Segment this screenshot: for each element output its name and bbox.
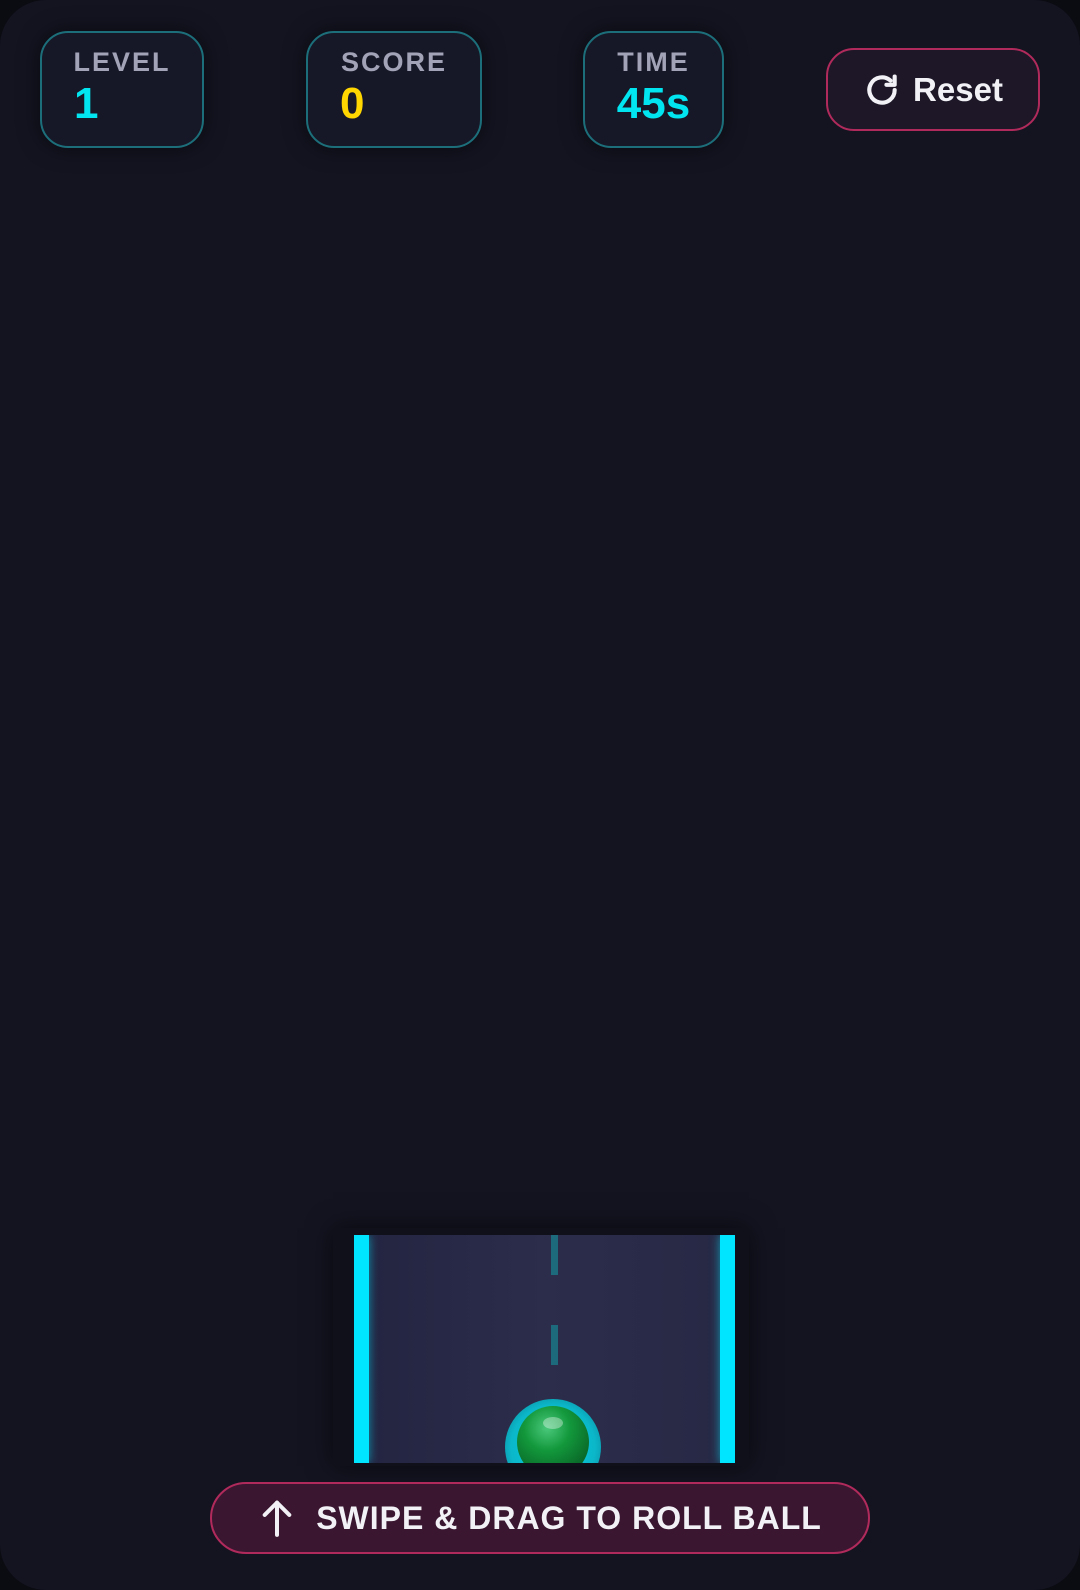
- track-lane[interactable]: [354, 1235, 735, 1463]
- level-label: LEVEL: [73, 47, 171, 77]
- reset-label: Reset: [913, 70, 1003, 108]
- right-wall: [720, 1235, 735, 1463]
- time-value: 45s: [616, 79, 691, 128]
- ball-highlight: [543, 1417, 563, 1429]
- player-ball[interactable]: [505, 1399, 601, 1463]
- lane-dash: [551, 1235, 558, 1275]
- level-panel: LEVEL 1: [40, 31, 204, 148]
- reset-button[interactable]: Reset: [826, 48, 1040, 131]
- refresh-icon: [863, 71, 901, 109]
- lane-dash: [551, 1325, 558, 1365]
- time-panel: TIME 45s: [583, 31, 724, 148]
- ball-core: [517, 1406, 589, 1463]
- score-label: SCORE: [340, 47, 448, 77]
- score-panel: SCORE 0: [306, 31, 482, 148]
- time-label: TIME: [617, 47, 690, 77]
- swipe-hint-label: SWIPE & DRAG TO ROLL BALL: [316, 1499, 822, 1536]
- score-value: 0: [340, 79, 365, 128]
- game-screen: LEVEL 1 SCORE 0 TIME 45s Reset SWIPE & D…: [0, 0, 1080, 1590]
- swipe-hint-banner: SWIPE & DRAG TO ROLL BALL: [210, 1482, 870, 1554]
- left-wall: [354, 1235, 369, 1463]
- ball-track: [333, 1228, 749, 1466]
- level-value: 1: [74, 79, 99, 128]
- arrow-up-icon: [258, 1498, 296, 1538]
